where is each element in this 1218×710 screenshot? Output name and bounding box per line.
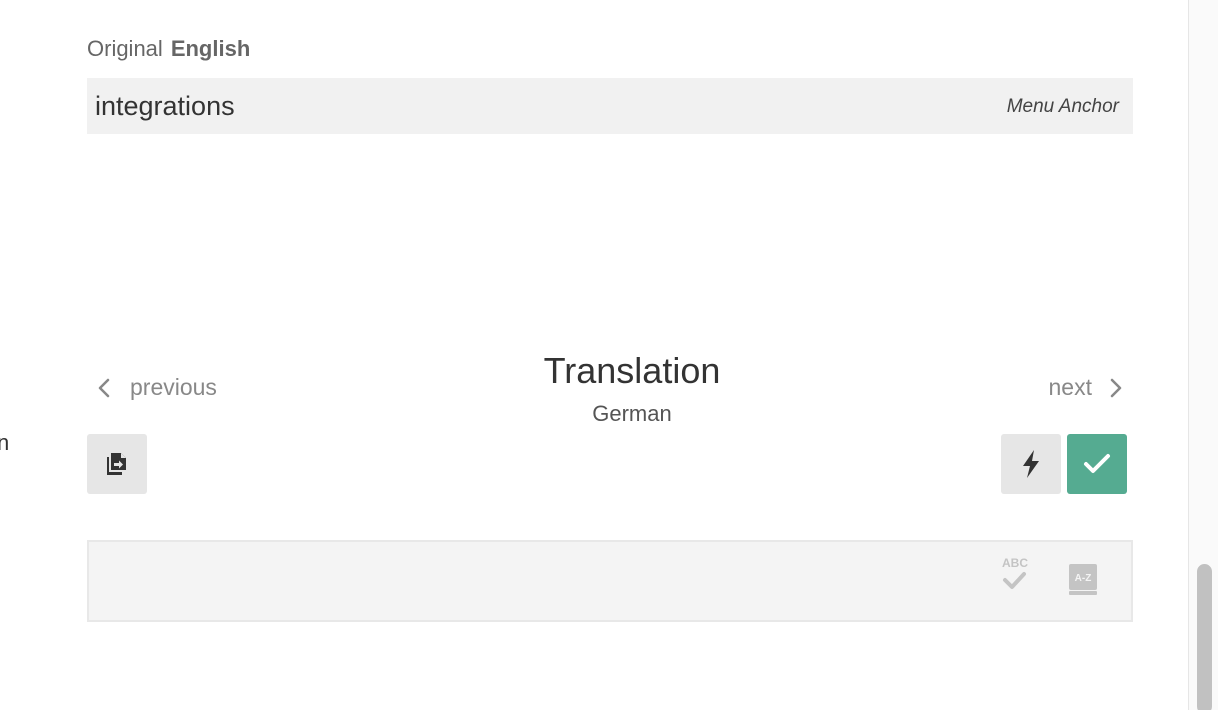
original-language: English bbox=[170, 36, 251, 61]
dictionary-label: A-Z bbox=[1075, 573, 1092, 584]
lightning-icon bbox=[1023, 450, 1039, 478]
scrollbar-thumb[interactable] bbox=[1197, 564, 1212, 710]
vertical-scrollbar[interactable] bbox=[1188, 0, 1218, 710]
approve-button[interactable] bbox=[1067, 434, 1127, 494]
copy-original-button[interactable] bbox=[87, 434, 147, 494]
original-string-text: integrations bbox=[95, 91, 235, 121]
copy-original-icon bbox=[107, 453, 126, 475]
chevron-right-icon bbox=[1110, 378, 1122, 397]
machine-translate-button[interactable] bbox=[1001, 434, 1061, 494]
translation-input[interactable]: ABC A-Z bbox=[87, 540, 1133, 622]
dictionary-button[interactable]: A-Z bbox=[1067, 562, 1099, 598]
next-label: next bbox=[1048, 374, 1092, 400]
spellcheck-icon bbox=[1003, 572, 1026, 589]
original-header: Original English bbox=[87, 36, 250, 62]
translation-title: Translation bbox=[543, 350, 721, 391]
next-button[interactable]: next bbox=[1049, 374, 1126, 401]
spellcheck-button[interactable]: ABC bbox=[997, 556, 1033, 596]
dictionary-icon: A-Z bbox=[1069, 564, 1097, 595]
spellcheck-label: ABC bbox=[1002, 556, 1028, 570]
original-string-context: Menu Anchor bbox=[1006, 96, 1119, 117]
checkmark-icon bbox=[1084, 454, 1110, 473]
original-label: Original bbox=[87, 36, 163, 61]
original-string-box: integrations Menu Anchor bbox=[87, 78, 1133, 134]
cut-off-text-fragment: n bbox=[0, 430, 10, 455]
translation-editor-page: n Original English integrations Menu Anch… bbox=[0, 0, 1218, 710]
translation-language: German bbox=[592, 401, 672, 426]
